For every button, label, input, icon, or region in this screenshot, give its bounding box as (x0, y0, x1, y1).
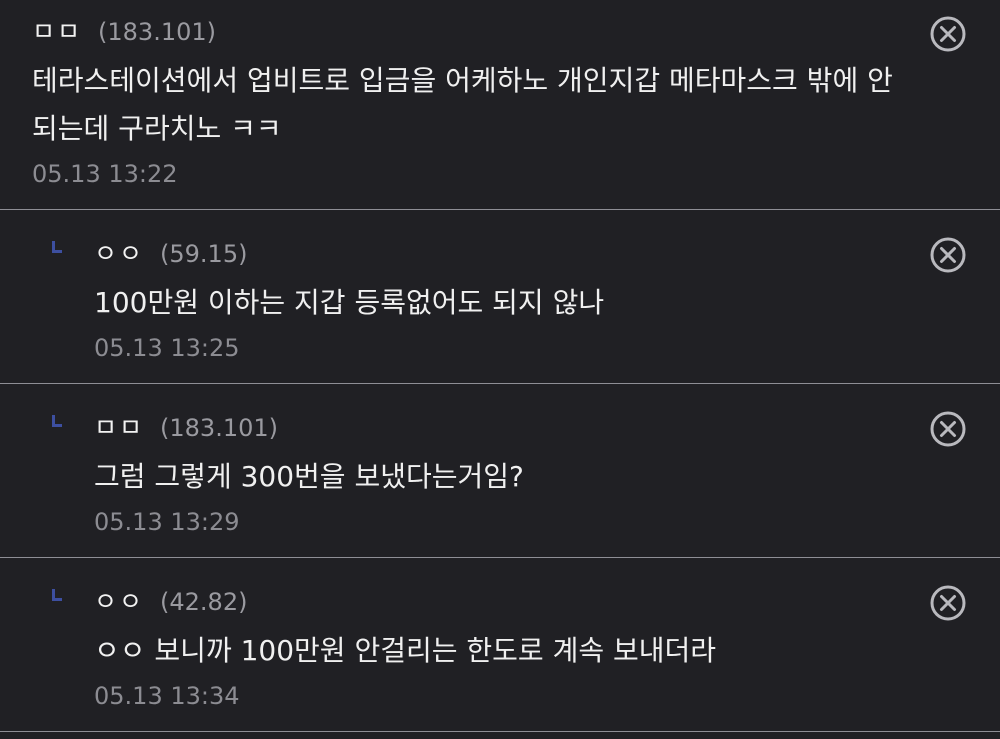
delete-button[interactable] (930, 411, 966, 447)
circle-x-icon (930, 16, 966, 52)
comment-timestamp: 05.13 13:34 (94, 682, 240, 710)
comment-nickname[interactable]: ㅇㅇ (94, 234, 144, 270)
comment-text-line: 되는데 구라치노 ㅋㅋ (32, 112, 282, 145)
comment-text-line: 100만원 이하는 지갑 등록없어도 되지 않나 (94, 286, 605, 319)
comment-ip: (183.101) (98, 18, 216, 46)
comment-timestamp: 05.13 13:22 (32, 160, 178, 188)
comment-header: ㅇㅇ (59.15) (94, 234, 247, 270)
comment-timestamp: 05.13 13:29 (94, 508, 240, 536)
comment-text-line: 테라스테이션에서 업비트로 입금을 어케하노 개인지갑 메타마스크 밖에 안 (32, 64, 893, 97)
comment-text-line: ㅇㅇ 보니까 100만원 안걸리는 한도로 계속 보내더라 (94, 634, 717, 667)
reply-item: ㅇㅇ (42.82) ㅇㅇ 보니까 100만원 안걸리는 한도로 계속 보내더라… (0, 558, 1000, 732)
circle-x-icon (930, 237, 966, 273)
comment-item: ㅁㅁ (183.101) 테라스테이션에서 업비트로 입금을 어케하노 개인지갑… (0, 0, 1000, 210)
comment-nickname[interactable]: ㅁㅁ (94, 408, 144, 444)
comment-header: ㅁㅁ (183.101) (32, 12, 216, 48)
reply-corner-icon (52, 589, 62, 601)
comment-header: ㅇㅇ (42.82) (94, 582, 247, 618)
circle-x-icon (930, 411, 966, 447)
delete-button[interactable] (930, 16, 966, 52)
comment-nickname[interactable]: ㅁㅁ (32, 12, 82, 48)
comment-ip: (42.82) (160, 588, 248, 616)
delete-button[interactable] (930, 237, 966, 273)
circle-x-icon (930, 585, 966, 621)
comment-header: ㅁㅁ (183.101) (94, 408, 278, 444)
comment-nickname[interactable]: ㅇㅇ (94, 582, 144, 618)
comment-timestamp: 05.13 13:25 (94, 334, 240, 362)
reply-corner-icon (52, 241, 62, 253)
delete-button[interactable] (930, 585, 966, 621)
reply-item: ㅇㅇ (59.15) 100만원 이하는 지갑 등록없어도 되지 않나 05.1… (0, 210, 1000, 384)
reply-item: ㅁㅁ (183.101) 그럼 그렇게 300번을 보냈다는거임? 05.13 … (0, 384, 1000, 558)
reply-corner-icon (52, 415, 62, 427)
comment-ip: (183.101) (160, 414, 278, 442)
comment-ip: (59.15) (160, 240, 248, 268)
comment-text-line: 그럼 그렇게 300번을 보냈다는거임? (94, 460, 524, 493)
